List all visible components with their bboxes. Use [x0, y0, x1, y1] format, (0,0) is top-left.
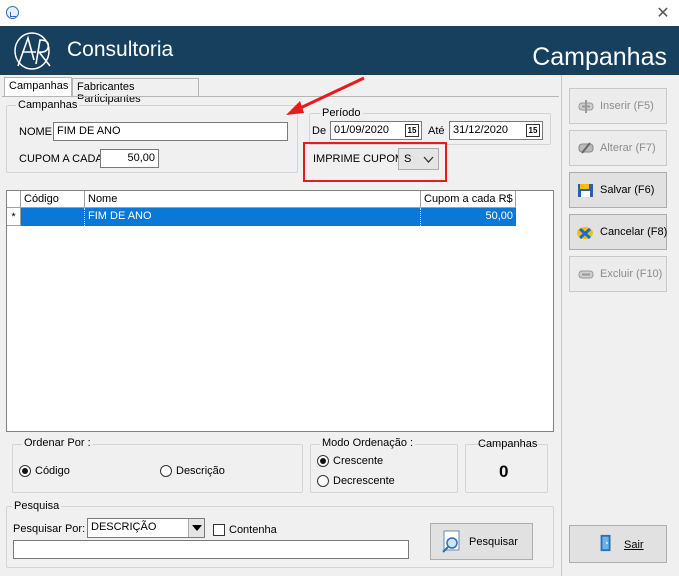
highlight-box — [303, 142, 447, 182]
pesquisa-label: Pesquisa — [12, 500, 62, 512]
alterar-button[interactable]: Alterar (F7) — [569, 130, 667, 166]
page-title: Campanhas — [532, 43, 667, 71]
modo-label: Modo Ordenação : — [320, 437, 416, 449]
exit-door-icon — [600, 534, 611, 552]
cupom-input[interactable]: 50,00 — [100, 149, 159, 168]
ordenar-label: Ordenar Por : — [22, 437, 93, 449]
tab-fabricantes[interactable]: Fabricantes Participantes — [72, 78, 199, 105]
save-icon — [578, 184, 593, 197]
magnifier-document-icon — [442, 530, 460, 553]
contador-label: Campanhas — [478, 438, 538, 450]
pesquisar-por-select[interactable]: DESCRIÇÃO — [87, 518, 205, 538]
radio-descricao-label[interactable]: Descrição — [176, 465, 225, 477]
logo-text: Consultoria — [67, 38, 174, 61]
campanhas-grid[interactable]: Código Nome Cupom a cada R$ * FIM DE ANO… — [6, 190, 554, 432]
dropdown-button[interactable] — [188, 519, 204, 537]
column-header-codigo[interactable]: Código — [21, 191, 85, 208]
cancelar-button[interactable]: Cancelar (F8) — [569, 214, 667, 250]
de-label: De — [312, 125, 327, 137]
search-input[interactable] — [13, 540, 409, 559]
logo-mark-icon — [14, 32, 51, 70]
column-header-cupom[interactable]: Cupom a cada R$ — [421, 191, 516, 208]
chart-app-icon — [6, 6, 19, 19]
radio-crescente[interactable] — [317, 455, 329, 467]
cancel-icon — [577, 227, 593, 240]
radio-codigo[interactable] — [19, 465, 31, 477]
table-row[interactable]: FIM DE ANO 50,00 — [21, 208, 516, 226]
calendar-icon[interactable]: 15 — [405, 124, 419, 137]
radio-crescente-label[interactable]: Crescente — [333, 455, 383, 467]
contenha-label[interactable]: Contenha — [229, 524, 277, 536]
campanhas-group-label: Campanhas — [16, 99, 80, 111]
tab-campanhas[interactable]: Campanhas — [4, 77, 72, 97]
edit-icon — [578, 142, 594, 154]
calendar-icon[interactable]: 15 — [526, 124, 540, 137]
radio-decrescente[interactable] — [317, 475, 329, 487]
contador-value: 0 — [499, 462, 509, 481]
cell-nome: FIM DE ANO — [85, 208, 421, 226]
close-icon[interactable]: ✕ — [653, 3, 673, 23]
chevron-down-icon — [192, 525, 202, 531]
delete-icon — [578, 270, 594, 279]
salvar-button[interactable]: Salvar (F6) — [569, 172, 667, 208]
insert-icon — [578, 100, 594, 113]
pesquisar-button[interactable]: Pesquisar — [430, 523, 533, 560]
excluir-button[interactable]: Excluir (F10) — [569, 256, 667, 292]
ate-label: Até — [428, 125, 445, 137]
inserir-button[interactable]: Inserir (F5) — [569, 88, 667, 124]
cell-cupom: 50,00 — [485, 210, 513, 222]
grid-corner — [7, 191, 21, 208]
window-titlebar — [0, 0, 679, 26]
row-marker: * — [7, 208, 21, 226]
column-header-nome[interactable]: Nome — [85, 191, 421, 208]
nome-input[interactable]: FIM DE ANO — [53, 122, 288, 141]
pesquisar-label: Pesquisar — [469, 536, 518, 548]
cell-codigo — [21, 208, 85, 226]
nome-label: NOME — [19, 126, 52, 138]
pesquisar-por-label: Pesquisar Por: — [13, 523, 86, 535]
radio-codigo-label[interactable]: Código — [35, 465, 70, 477]
contenha-checkbox[interactable] — [213, 524, 225, 536]
cupom-label: CUPOM A CADA — [19, 153, 103, 165]
radio-descricao[interactable] — [160, 465, 172, 477]
sair-button[interactable]: Sair — [569, 525, 667, 563]
annotation-arrow-icon — [286, 76, 365, 115]
radio-decrescente-label[interactable]: Decrescente — [333, 475, 395, 487]
